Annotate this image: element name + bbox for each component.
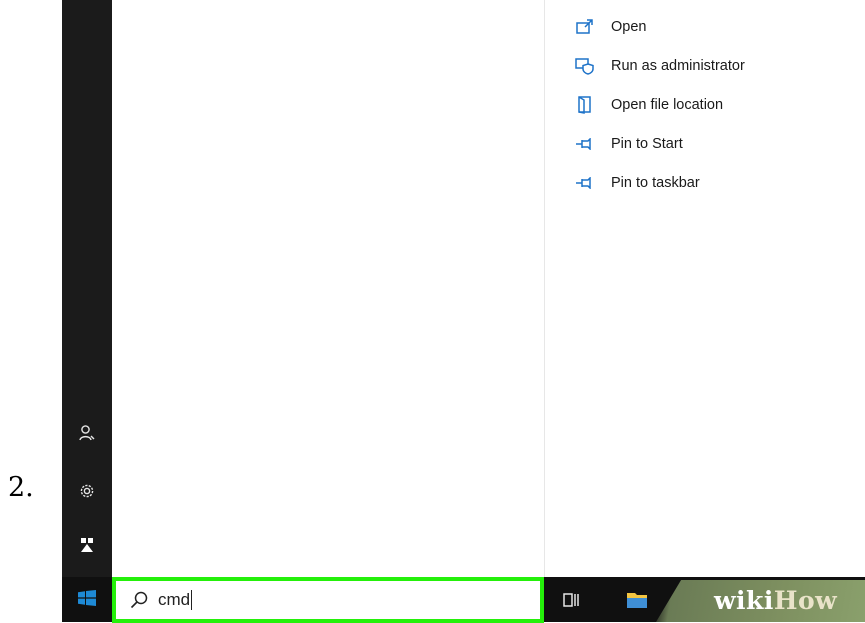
watermark-wiki: wiki — [714, 586, 774, 615]
pin-to-taskbar-action[interactable]: Pin to taskbar — [575, 169, 855, 197]
pin-icon — [575, 173, 595, 193]
open-action[interactable]: Open — [575, 13, 855, 41]
shield-admin-icon — [575, 56, 595, 76]
run-as-administrator-action[interactable]: Run as administrator — [575, 52, 855, 80]
step-number: 2. — [8, 472, 34, 503]
watermark-how: How — [773, 586, 838, 615]
wikihow-watermark: wikiHow — [656, 580, 865, 622]
open-file-location-action[interactable]: Open file location — [575, 91, 855, 119]
pin-to-start-label: Pin to Start — [611, 136, 683, 152]
pin-icon — [575, 134, 595, 154]
search-input-value[interactable]: cmd — [158, 590, 190, 610]
search-results-pane — [112, 0, 545, 577]
folder-location-icon — [575, 95, 595, 115]
search-icon — [130, 591, 148, 609]
run-as-administrator-label: Run as administrator — [611, 58, 745, 74]
windows-logo-icon — [78, 589, 96, 610]
start-menu-rail — [62, 0, 112, 577]
open-window-icon — [575, 17, 595, 37]
watermark-logo-text: wikiHow — [714, 586, 837, 615]
pin-to-taskbar-label: Pin to taskbar — [611, 175, 700, 191]
user-account-icon[interactable] — [62, 418, 112, 448]
taskbar-search-box[interactable]: cmd — [112, 577, 544, 623]
task-view-icon[interactable] — [556, 585, 586, 615]
pin-to-start-action[interactable]: Pin to Start — [575, 130, 855, 158]
settings-gear-icon[interactable] — [62, 476, 112, 506]
start-button[interactable] — [62, 577, 112, 622]
power-user-icon[interactable] — [62, 530, 112, 560]
open-label: Open — [611, 19, 647, 35]
result-actions-pane: Open Run as administrator Open file loca… — [545, 0, 865, 577]
open-file-location-label: Open file location — [611, 97, 724, 113]
file-explorer-icon[interactable] — [622, 585, 652, 615]
text-caret — [191, 590, 193, 610]
